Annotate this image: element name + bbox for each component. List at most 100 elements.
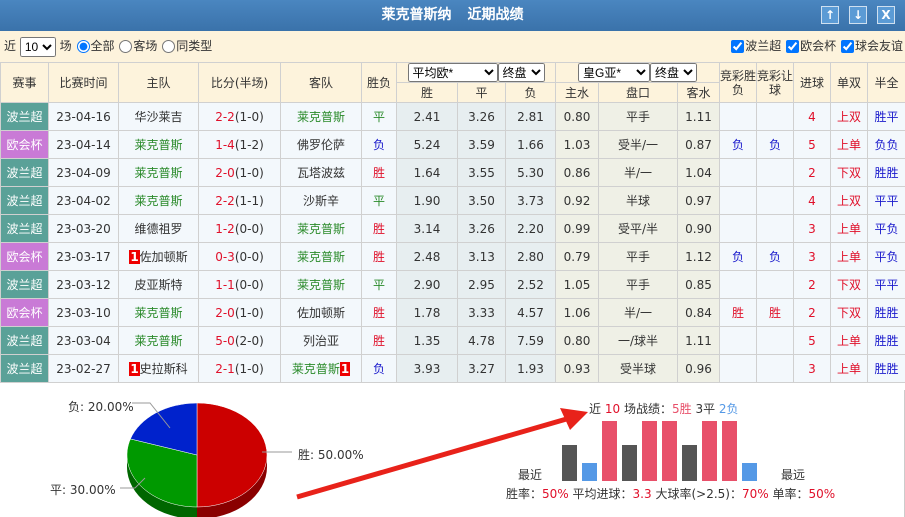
jc-wl [719, 102, 757, 131]
close-button[interactable]: X [877, 6, 895, 24]
odds-lose: 7.59 [505, 326, 556, 355]
away-water: 1.11 [677, 326, 720, 355]
result-bar [582, 463, 597, 481]
home-water: 0.80 [555, 326, 599, 355]
jc-hc [756, 214, 794, 243]
league-cell[interactable]: 波兰超 [0, 158, 49, 187]
jc-hc [756, 158, 794, 187]
score-cell[interactable]: 2-1(1-0) [198, 354, 281, 383]
league-cell[interactable]: 波兰超 [0, 214, 49, 243]
summary-panel: 负: 20.00% 胜: 50.00% 平: 30.00% 近 10 场战绩：5… [0, 390, 905, 517]
score-cell[interactable]: 1-2(0-0) [198, 214, 281, 243]
match-count-select[interactable]: 10 [19, 36, 56, 57]
col-oe: 单双 [830, 62, 868, 103]
league-cell[interactable]: 波兰超 [0, 326, 49, 355]
handicap: 半球 [598, 186, 678, 215]
jc-hc [756, 270, 794, 299]
odds-win: 1.78 [396, 298, 458, 327]
score-cell[interactable]: 1-4(1-2) [198, 130, 281, 159]
league-cell[interactable]: 波兰超 [0, 186, 49, 215]
odds-draw: 3.55 [457, 158, 506, 187]
odd-even-cell: 下双 [830, 298, 868, 327]
odds-lose: 2.52 [505, 270, 556, 299]
handicap: 半/一 [598, 158, 678, 187]
move-up-button[interactable]: ↑ [821, 6, 839, 24]
goals-cell: 3 [793, 242, 831, 271]
summary-stats: 胜率：50% 平均进球：3.3 大球率(>2.5)：70% 单率：50% [506, 487, 836, 501]
away-team[interactable]: 莱克普斯 [280, 270, 362, 299]
eu-company-select[interactable]: 平均欧* [407, 63, 498, 82]
filter-bar: 近 10 场 全部 客场 同类型 波兰超 欧会杯 球会友谊 [0, 31, 905, 62]
away-team[interactable]: 莱克普斯 [280, 214, 362, 243]
odd-even-cell: 下双 [830, 158, 868, 187]
away-team[interactable]: 佛罗伦萨 [280, 130, 362, 159]
odd-even-cell: 上单 [830, 326, 868, 355]
away-team[interactable]: 沙斯辛 [280, 186, 362, 215]
radio-same-type[interactable] [162, 40, 176, 53]
away-team[interactable]: 佐加顿斯 [280, 298, 362, 327]
home-team[interactable]: 莱克普斯 [118, 326, 199, 355]
home-team[interactable]: 莱克普斯 [118, 158, 199, 187]
ah-type-select[interactable]: 终盘 [650, 63, 697, 82]
eu-type-select[interactable]: 终盘 [497, 63, 545, 82]
home-team[interactable]: 莱克普斯 [118, 130, 199, 159]
home-team[interactable]: 莱克普斯 [118, 186, 199, 215]
result-cell: 胜 [361, 298, 397, 327]
away-team[interactable]: 莱克普斯 [280, 242, 362, 271]
filter-prefix: 近 [4, 39, 17, 53]
score-cell[interactable]: 1-1(0-0) [198, 270, 281, 299]
score-cell[interactable]: 2-0(1-0) [198, 298, 281, 327]
odds-win: 1.90 [396, 186, 458, 215]
time-cell: 23-02-27 [48, 354, 119, 383]
odds-win: 3.14 [396, 214, 458, 243]
league-cell[interactable]: 波兰超 [0, 102, 49, 131]
handicap: 平手 [598, 242, 678, 271]
away-team[interactable]: 瓦塔波兹 [280, 158, 362, 187]
away-water: 0.96 [677, 354, 720, 383]
checkbox-league-1[interactable] [731, 40, 745, 53]
home-team[interactable]: 华沙莱吉 [118, 102, 199, 131]
odd-even-cell: 上单 [830, 214, 868, 243]
checkbox-league-3[interactable] [840, 40, 854, 53]
goals-cell: 3 [793, 354, 831, 383]
away-team[interactable]: 莱克普斯 [280, 102, 362, 131]
table-row: 波兰超 23-03-20 维德祖罗 1-2(0-0) 莱克普斯 胜 3.14 3… [0, 214, 905, 243]
score-cell[interactable]: 2-2(1-0) [198, 102, 281, 131]
league-cell[interactable]: 欧会杯 [0, 298, 49, 327]
match-table: 赛事 比赛时间 主队 比分(半场) 客队 胜负 平均欧* 终盘 皇G亚* 终盘 竞彩… [0, 62, 905, 383]
jc-wl: 负 [719, 130, 757, 159]
league-cell[interactable]: 欧会杯 [0, 242, 49, 271]
checkbox-league-2[interactable] [786, 40, 800, 53]
league-cell[interactable]: 波兰超 [0, 354, 49, 383]
odds-lose: 4.57 [505, 298, 556, 327]
half-full-cell: 平负 [867, 214, 905, 243]
league-cell[interactable]: 欧会杯 [0, 130, 49, 159]
col-league: 赛事 [0, 62, 49, 103]
odds-lose: 2.20 [505, 214, 556, 243]
home-team[interactable]: 皮亚斯特 [118, 270, 199, 299]
move-down-button[interactable]: ↓ [849, 6, 867, 24]
odd-even-cell: 下双 [830, 270, 868, 299]
home-team[interactable]: 莱克普斯 [118, 298, 199, 327]
league-cell[interactable]: 波兰超 [0, 270, 49, 299]
handicap: 一/球半 [598, 326, 678, 355]
home-water: 1.05 [555, 270, 599, 299]
result-cell: 胜 [361, 158, 397, 187]
score-cell[interactable]: 5-0(2-0) [198, 326, 281, 355]
home-team[interactable]: 1佐加顿斯 [118, 242, 199, 271]
score-cell[interactable]: 2-0(1-0) [198, 158, 281, 187]
radio-away[interactable] [119, 40, 133, 53]
odds-win: 2.41 [396, 102, 458, 131]
radio-all[interactable] [76, 40, 90, 53]
score-cell[interactable]: 0-3(0-0) [198, 242, 281, 271]
half-full-cell: 胜胜 [867, 158, 905, 187]
away-team[interactable]: 莱克普斯1 [280, 354, 362, 383]
jc-hc: 胜 [756, 298, 794, 327]
home-team[interactable]: 维德祖罗 [118, 214, 199, 243]
score-cell[interactable]: 2-2(1-1) [198, 186, 281, 215]
col-home-water: 主水 [555, 82, 599, 103]
red-card-badge: 1 [339, 362, 351, 376]
home-team[interactable]: 1史拉斯科 [118, 354, 199, 383]
ah-company-select[interactable]: 皇G亚* [578, 63, 650, 82]
away-team[interactable]: 列治亚 [280, 326, 362, 355]
